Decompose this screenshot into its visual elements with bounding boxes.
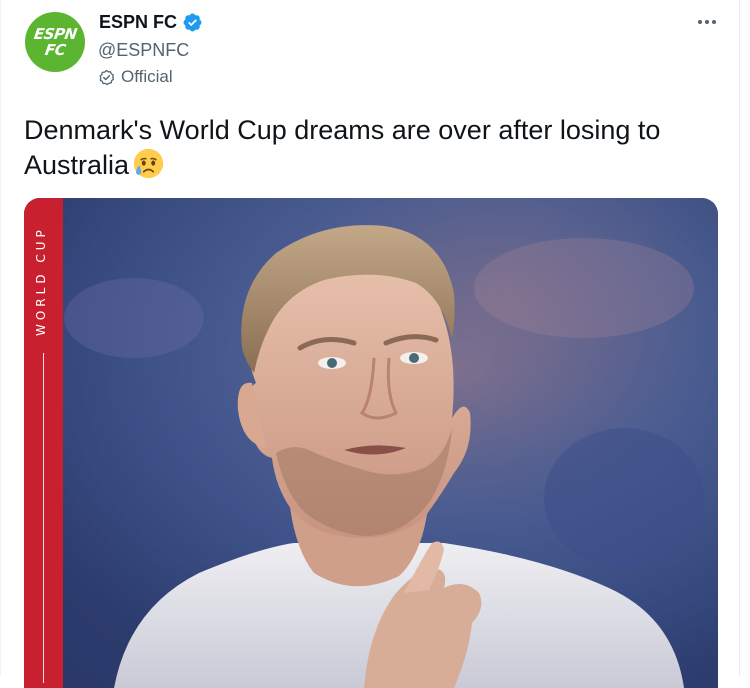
avatar-logo-line2: FC [43,40,67,59]
official-text: Official [121,67,173,86]
official-label: Official [98,67,173,87]
more-dot [698,20,702,24]
tweet-text: Denmark's World Cup dreams are over afte… [24,113,724,183]
crying-face-emoji-icon [133,148,164,179]
more-dot [712,20,716,24]
author-handle[interactable]: @ESPNFC [98,40,189,61]
author-name-row: ESPN FC [99,12,203,33]
more-options-icon[interactable] [694,14,720,30]
tweet-card: ESPN FC ESPN FC @ESPNFC Official Denmark… [0,0,740,688]
official-check-icon [99,69,115,85]
avatar-logo-line1: ESPN [32,24,78,43]
side-banner-label: WORLD CUP [34,226,60,336]
avatar[interactable]: ESPN FC [25,12,85,72]
author-display-name[interactable]: ESPN FC [99,12,177,33]
verified-badge-icon [183,13,202,32]
tweet-text-body: Denmark's World Cup dreams are over afte… [24,115,661,180]
tweet-media-image[interactable]: WORLD CUP [24,198,718,688]
player-photo [24,198,718,688]
side-banner-divider [43,353,44,683]
more-dot [705,20,709,24]
